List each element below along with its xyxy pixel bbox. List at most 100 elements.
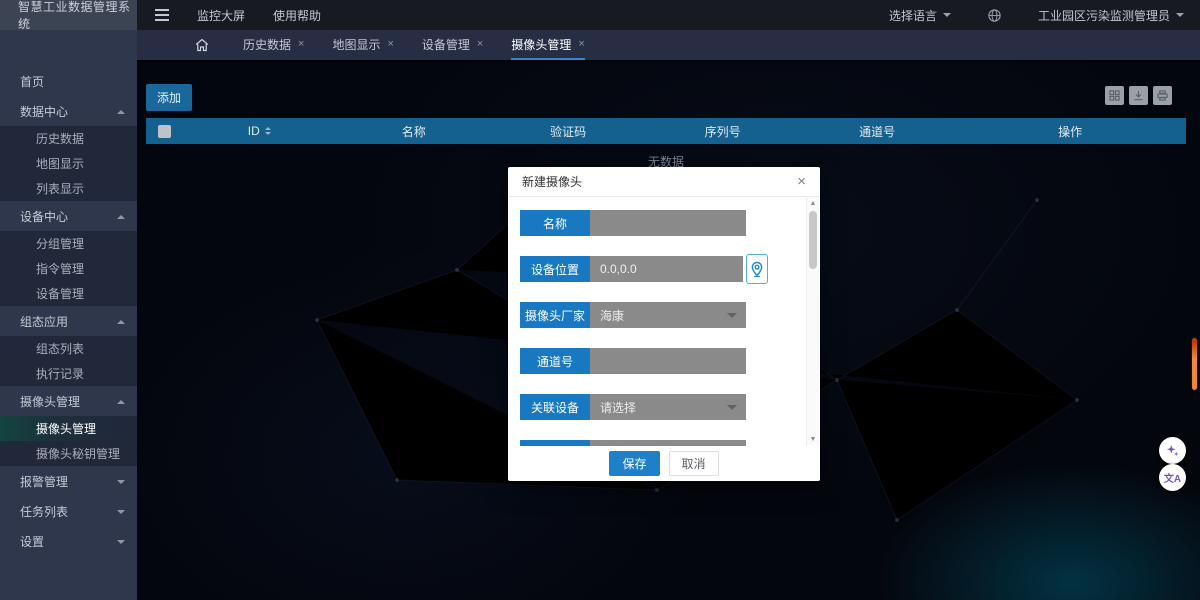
location-field-label: 设备位置 xyxy=(520,256,590,282)
print-icon[interactable] xyxy=(1153,86,1172,105)
translate-button[interactable]: 文A xyxy=(1159,464,1186,491)
sidebar-item-camera-management[interactable]: 摄像头管理 xyxy=(0,386,137,416)
modal-scrollbar[interactable]: ▲ ▼ xyxy=(806,198,819,445)
name-field-label: 名称 xyxy=(520,210,590,236)
map-pin-icon xyxy=(750,261,764,278)
home-icon xyxy=(195,38,209,52)
sidebar-item-group-management[interactable]: 分组管理 xyxy=(0,231,137,256)
sidebar-item-command-management[interactable]: 指令管理 xyxy=(0,256,137,281)
chevron-down-icon xyxy=(117,510,125,518)
sidebar-item-home[interactable]: 首页 xyxy=(0,66,137,96)
sidebar-item-camera-secret-management[interactable]: 摄像头秘钥管理 xyxy=(0,441,137,466)
sparkle-icon xyxy=(1165,443,1180,458)
home-tab[interactable] xyxy=(195,38,209,52)
chevron-up-icon xyxy=(117,396,125,404)
sidebar-item-history-data[interactable]: 历史数据 xyxy=(0,126,137,151)
chevron-up-icon xyxy=(117,316,125,324)
scrollbar-thumb[interactable] xyxy=(809,211,817,269)
column-verify-code: 验证码 xyxy=(491,123,645,140)
sidebar-item-execution-records[interactable]: 执行记录 xyxy=(0,361,137,386)
sidebar-item-camera-management-sub[interactable]: 摄像头管理 xyxy=(0,416,137,441)
language-label: 选择语言 xyxy=(889,7,937,24)
close-icon[interactable]: × xyxy=(578,38,584,50)
chevron-down-icon xyxy=(117,540,125,548)
chevron-up-icon xyxy=(117,211,125,219)
channel-input[interactable] xyxy=(590,348,746,374)
sidebar-item-data-center[interactable]: 数据中心 xyxy=(0,96,137,126)
language-selector[interactable]: 选择语言 xyxy=(889,7,951,24)
sidebar-item-task-list[interactable]: 任务列表 xyxy=(0,496,137,526)
modal-footer: 保存 取消 xyxy=(508,446,820,480)
header-right: 选择语言 工业园区污染监测管理员 xyxy=(889,7,1200,24)
scroll-up-icon[interactable]: ▲ xyxy=(807,200,819,207)
field-row-location: 设备位置 xyxy=(520,256,768,282)
top-header: 智慧工业数据管理系统 监控大屏 使用帮助 选择语言 工业园区污染监测管理员 xyxy=(0,0,1200,30)
cancel-button[interactable]: 取消 xyxy=(669,451,719,476)
sidebar-item-scada-list[interactable]: 组态列表 xyxy=(0,336,137,361)
field-row-linked-device: 关联设备 请选择 xyxy=(520,394,746,420)
field-row-channel: 通道号 xyxy=(520,348,746,374)
modal-header: 新建摄像头 × xyxy=(508,167,820,197)
scroll-down-icon[interactable]: ▼ xyxy=(807,436,819,443)
column-actions: 操作 xyxy=(954,123,1186,140)
field-row-vendor: 摄像头厂家 海康 xyxy=(520,302,746,328)
menu-item-monitor-screen[interactable]: 监控大屏 xyxy=(197,7,245,24)
name-input[interactable] xyxy=(590,210,746,236)
username: 工业园区污染监测管理员 xyxy=(1038,7,1170,24)
columns-icon[interactable] xyxy=(1105,86,1124,105)
sidebar-group-camera-management: 摄像头管理 摄像头秘钥管理 xyxy=(0,416,137,466)
new-camera-modal: 新建摄像头 × 名称 设备位置 摄像头厂家 海康 通道号 关联设备 xyxy=(508,167,820,481)
sidebar-item-list-display[interactable]: 列表显示 xyxy=(0,176,137,201)
menu-item-help[interactable]: 使用帮助 xyxy=(273,7,321,24)
close-icon[interactable]: × xyxy=(298,38,304,50)
chevron-down-icon xyxy=(727,313,737,323)
channel-field-label: 通道号 xyxy=(520,348,590,374)
tab-camera-management[interactable]: 摄像头管理 × xyxy=(511,30,584,60)
select-all-checkbox[interactable] xyxy=(158,125,171,138)
sidebar: 首页 数据中心 历史数据 地图显示 列表显示 设备中心 分组管理 指令管理 设备… xyxy=(0,30,137,600)
column-id[interactable]: ID xyxy=(182,124,336,139)
sidebar-item-alarm-management[interactable]: 报警管理 xyxy=(0,466,137,496)
close-icon[interactable]: × xyxy=(477,38,483,50)
sidebar-group-device-center: 分组管理 指令管理 设备管理 xyxy=(0,231,137,306)
page-scrollbar-indicator[interactable] xyxy=(1191,337,1198,391)
sidebar-group-data-center: 历史数据 地图显示 列表显示 xyxy=(0,126,137,201)
chevron-up-icon xyxy=(117,106,125,114)
modal-body: 名称 设备位置 摄像头厂家 海康 通道号 关联设备 请选择 xyxy=(508,197,820,446)
translate-icon: 文A xyxy=(1164,470,1181,485)
user-menu[interactable]: 工业园区污染监测管理员 xyxy=(1038,7,1184,24)
tab-strip: 历史数据 × 地图显示 × 设备管理 × 摄像头管理 × xyxy=(137,30,1200,60)
export-icon[interactable] xyxy=(1129,86,1148,105)
table-header: ID 名称 验证码 序列号 通道号 操作 xyxy=(146,118,1186,144)
chevron-down-icon xyxy=(943,13,951,21)
tab-map-display[interactable]: 地图显示 × xyxy=(332,30,393,60)
close-icon[interactable]: × xyxy=(797,174,806,189)
table-tools xyxy=(1105,86,1172,105)
linked-device-field-label: 关联设备 xyxy=(520,394,590,420)
chevron-down-icon xyxy=(727,405,737,415)
column-name: 名称 xyxy=(336,123,490,140)
hamburger-menu-icon[interactable] xyxy=(155,9,169,21)
field-row-clipped xyxy=(520,440,746,446)
sidebar-item-map-display[interactable]: 地图显示 xyxy=(0,151,137,176)
chevron-down-icon xyxy=(117,480,125,488)
linked-device-select[interactable]: 请选择 xyxy=(590,394,746,420)
sidebar-item-device-management[interactable]: 设备管理 xyxy=(0,281,137,306)
field-row-name: 名称 xyxy=(520,210,746,236)
add-button[interactable]: 添加 xyxy=(146,84,192,111)
location-input[interactable] xyxy=(590,256,743,282)
sort-icon[interactable] xyxy=(265,124,271,138)
app-title: 智慧工业数据管理系统 xyxy=(0,0,137,30)
globe-icon[interactable] xyxy=(987,8,1002,23)
ai-sparkle-button[interactable] xyxy=(1159,437,1186,464)
tab-device-management[interactable]: 设备管理 × xyxy=(422,30,483,60)
pick-location-button[interactable] xyxy=(746,254,768,284)
tab-history-data[interactable]: 历史数据 × xyxy=(243,30,304,60)
sidebar-item-scada-apps[interactable]: 组态应用 xyxy=(0,306,137,336)
sidebar-item-settings[interactable]: 设置 xyxy=(0,526,137,556)
close-icon[interactable]: × xyxy=(387,38,393,50)
save-button[interactable]: 保存 xyxy=(609,451,659,476)
vendor-field-label: 摄像头厂家 xyxy=(520,302,590,328)
vendor-select[interactable]: 海康 xyxy=(590,302,746,328)
sidebar-item-device-center[interactable]: 设备中心 xyxy=(0,201,137,231)
